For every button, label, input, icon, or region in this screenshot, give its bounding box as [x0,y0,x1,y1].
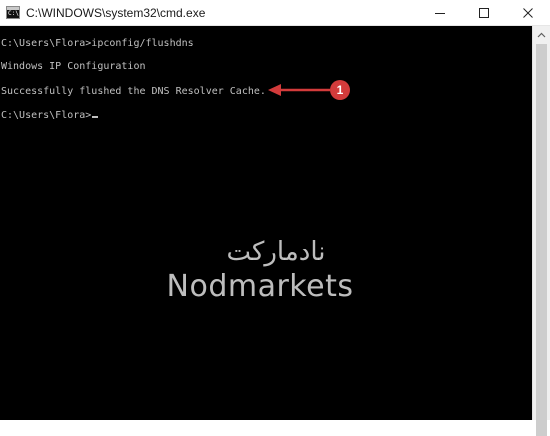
close-button[interactable] [506,0,550,26]
cmd-icon[interactable]: C:\ [6,6,20,19]
close-icon [523,8,533,18]
title-bar[interactable]: C:\ C:\WINDOWS\system32\cmd.exe [0,0,550,26]
annotation-layer [268,84,330,96]
cmd-window: C:\ C:\WINDOWS\system32\cmd.exe C:\Users… [0,0,550,436]
scroll-up-button[interactable] [533,26,550,43]
chevron-up-icon [537,32,546,37]
annotation-badge: 1 [330,80,350,100]
maximize-button[interactable] [462,0,506,26]
annotation-arrow-head [268,84,281,96]
maximize-icon [479,8,489,18]
scrollbar-thumb[interactable] [536,44,547,436]
vertical-scrollbar[interactable] [532,26,550,436]
minimize-icon [435,13,445,14]
minimize-button[interactable] [418,0,462,26]
window-title: C:\WINDOWS\system32\cmd.exe [26,6,206,20]
cmd-icon-glyph: C:\ [8,10,19,17]
